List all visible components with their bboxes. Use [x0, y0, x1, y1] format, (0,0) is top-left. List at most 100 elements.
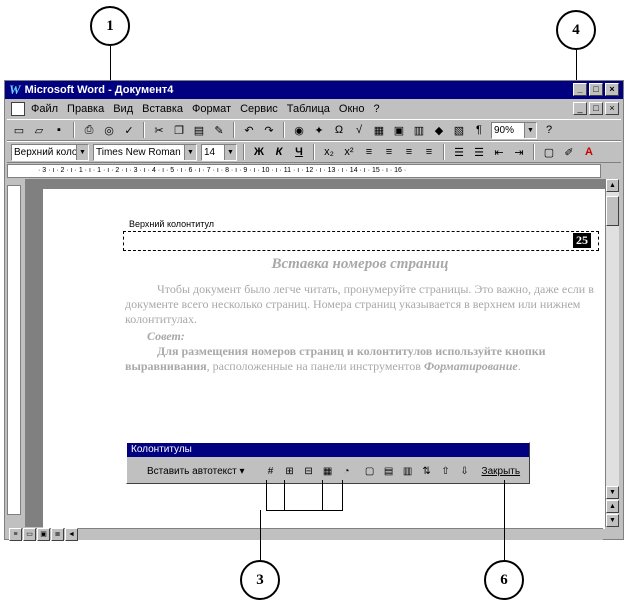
align-center-icon[interactable]: ≡ [381, 144, 397, 160]
insert-date-icon[interactable]: ▦ [320, 463, 336, 479]
excel-icon[interactable]: ▣ [391, 122, 407, 138]
numbering-icon[interactable]: ☰ [451, 144, 467, 160]
header-footer-toolbar: Колонтитулы Вставить автотекст ▾ # ⊞ ⊟ ▦… [126, 442, 530, 484]
bullets-icon[interactable]: ☰ [471, 144, 487, 160]
title-bar: W Microsoft Word - Документ4 _ □ × [5, 81, 623, 99]
insert-page-number-icon[interactable]: # [263, 463, 279, 479]
show-previous-icon[interactable]: ⇧ [438, 463, 454, 479]
scroll-down-button[interactable]: ▼ [606, 486, 619, 499]
same-as-previous-icon[interactable]: ▥ [400, 463, 416, 479]
zoom-select[interactable]: 90% ▼ [491, 121, 537, 139]
doc-minimize-button[interactable]: _ [573, 102, 587, 115]
superscript-icon[interactable]: x² [341, 144, 357, 160]
close-button[interactable]: × [605, 83, 619, 96]
cut-icon[interactable]: ✂ [151, 122, 167, 138]
menu-window[interactable]: Окно [339, 103, 365, 115]
doc-restore-button[interactable]: □ [589, 102, 603, 115]
menu-file[interactable]: Файл [31, 103, 58, 115]
print-preview-icon[interactable]: ◎ [101, 122, 117, 138]
next-page-button[interactable]: ▼ [606, 514, 619, 527]
menu-table[interactable]: Таблица [287, 103, 330, 115]
insert-time-icon[interactable]: ◔ [339, 463, 355, 479]
body-text: Вставка номеров страниц Чтобы документ б… [125, 257, 595, 376]
callout-3: 3 [240, 560, 280, 600]
italic-button[interactable]: К [271, 144, 287, 160]
equation-icon[interactable]: √ [351, 122, 367, 138]
save-icon[interactable]: ▪ [51, 122, 67, 138]
highlight-icon[interactable]: ✐ [561, 144, 577, 160]
help-icon[interactable]: ? [541, 122, 557, 138]
page-number-field[interactable]: 25 [573, 233, 591, 248]
scroll-thumb[interactable] [606, 196, 619, 226]
callout-3-leader-d [342, 480, 343, 510]
align-right-icon[interactable]: ≡ [401, 144, 417, 160]
copy-icon[interactable]: ❐ [171, 122, 187, 138]
format-painter-icon[interactable]: ✎ [211, 122, 227, 138]
font-select[interactable]: Times New Roman ▼ [93, 143, 197, 161]
vertical-scrollbar[interactable]: ▲ ▼ ▲ ▼ [605, 179, 619, 527]
prev-page-button[interactable]: ▲ [606, 500, 619, 513]
paste-icon[interactable]: ▤ [191, 122, 207, 138]
redo-icon[interactable]: ↷ [261, 122, 277, 138]
justify-icon[interactable]: ≡ [421, 144, 437, 160]
outline-view-button[interactable]: ≣ [51, 528, 64, 541]
menu-tools[interactable]: Сервис [240, 103, 278, 115]
menu-view[interactable]: Вид [113, 103, 133, 115]
horizontal-ruler[interactable]: · 3 · ı · 2 · ı · 1 · ı · 1 · ı · 2 · ı … [7, 164, 601, 178]
menu-edit[interactable]: Правка [67, 103, 104, 115]
bold-button[interactable]: Ж [251, 144, 267, 160]
horizontal-scrollbar[interactable]: ≡ ▭ ▣ ≣ ◄ [9, 528, 603, 541]
underline-button[interactable]: Ч [291, 144, 307, 160]
hyperlink-icon[interactable]: ◉ [291, 122, 307, 138]
switch-header-footer-icon[interactable]: ⇅ [419, 463, 435, 479]
menu-format[interactable]: Формат [192, 103, 231, 115]
callout-1: 1 [90, 6, 130, 46]
spelling-icon[interactable]: ✓ [121, 122, 137, 138]
menu-insert[interactable]: Вставка [142, 103, 183, 115]
word-logo-icon: W [9, 82, 21, 97]
close-toolbar-button[interactable]: Закрыть [482, 466, 521, 477]
insert-page-count-icon[interactable]: ⊞ [282, 463, 298, 479]
web-toolbar-icon[interactable]: ✦ [311, 122, 327, 138]
document-map-icon[interactable]: ▧ [451, 122, 467, 138]
show-next-icon[interactable]: ⇩ [457, 463, 473, 479]
maximize-button[interactable]: □ [589, 83, 603, 96]
new-document-icon[interactable]: ▭ [11, 122, 27, 138]
doc-close-button[interactable]: × [605, 102, 619, 115]
table-icon[interactable]: ▦ [371, 122, 387, 138]
font-size-select[interactable]: 14 ▼ [201, 143, 237, 161]
drawing-icon[interactable]: ◆ [431, 122, 447, 138]
callout-3-leader-a [266, 480, 267, 510]
show-formatting-icon[interactable]: ¶ [471, 122, 487, 138]
scroll-up-button[interactable]: ▲ [606, 179, 619, 192]
vertical-ruler[interactable] [7, 185, 21, 515]
document-icon[interactable] [11, 102, 25, 116]
web-view-button[interactable]: ▭ [23, 528, 36, 541]
minimize-button[interactable]: _ [573, 83, 587, 96]
page-setup-icon[interactable]: ▢ [362, 463, 378, 479]
standard-toolbar: ▭ ▱ ▪ ⎙ ◎ ✓ ✂ ❐ ▤ ✎ ↶ ↷ ◉ ✦ Ω √ ▦ ▣ ▥ ◆ … [7, 119, 621, 141]
columns-icon[interactable]: ▥ [411, 122, 427, 138]
decrease-indent-icon[interactable]: ⇤ [491, 144, 507, 160]
subscript-icon[interactable]: x₂ [321, 144, 337, 160]
borders-icon[interactable]: ▢ [541, 144, 557, 160]
undo-icon[interactable]: ↶ [241, 122, 257, 138]
callout-3-leader-bar [266, 510, 343, 511]
format-page-number-icon[interactable]: ⊟ [301, 463, 317, 479]
style-select[interactable]: Верхний колонт ▼ [11, 143, 89, 161]
open-folder-icon[interactable]: ▱ [31, 122, 47, 138]
layout-view-button[interactable]: ▣ [37, 528, 50, 541]
menu-help[interactable]: ? [373, 103, 379, 115]
align-left-icon[interactable]: ≡ [361, 144, 377, 160]
show-hide-text-icon[interactable]: ▤ [381, 463, 397, 479]
insert-autotext-button[interactable]: Вставить автотекст ▾ [147, 466, 245, 477]
scroll-left-button[interactable]: ◄ [65, 528, 78, 541]
print-icon[interactable]: ⎙ [81, 122, 97, 138]
header-area[interactable] [123, 231, 599, 251]
symbol-icon[interactable]: Ω [331, 122, 347, 138]
font-color-icon[interactable]: A [581, 144, 597, 160]
callout-3-leader-b [284, 480, 285, 510]
callout-4: 4 [556, 10, 596, 50]
increase-indent-icon[interactable]: ⇥ [511, 144, 527, 160]
normal-view-button[interactable]: ≡ [9, 528, 22, 541]
